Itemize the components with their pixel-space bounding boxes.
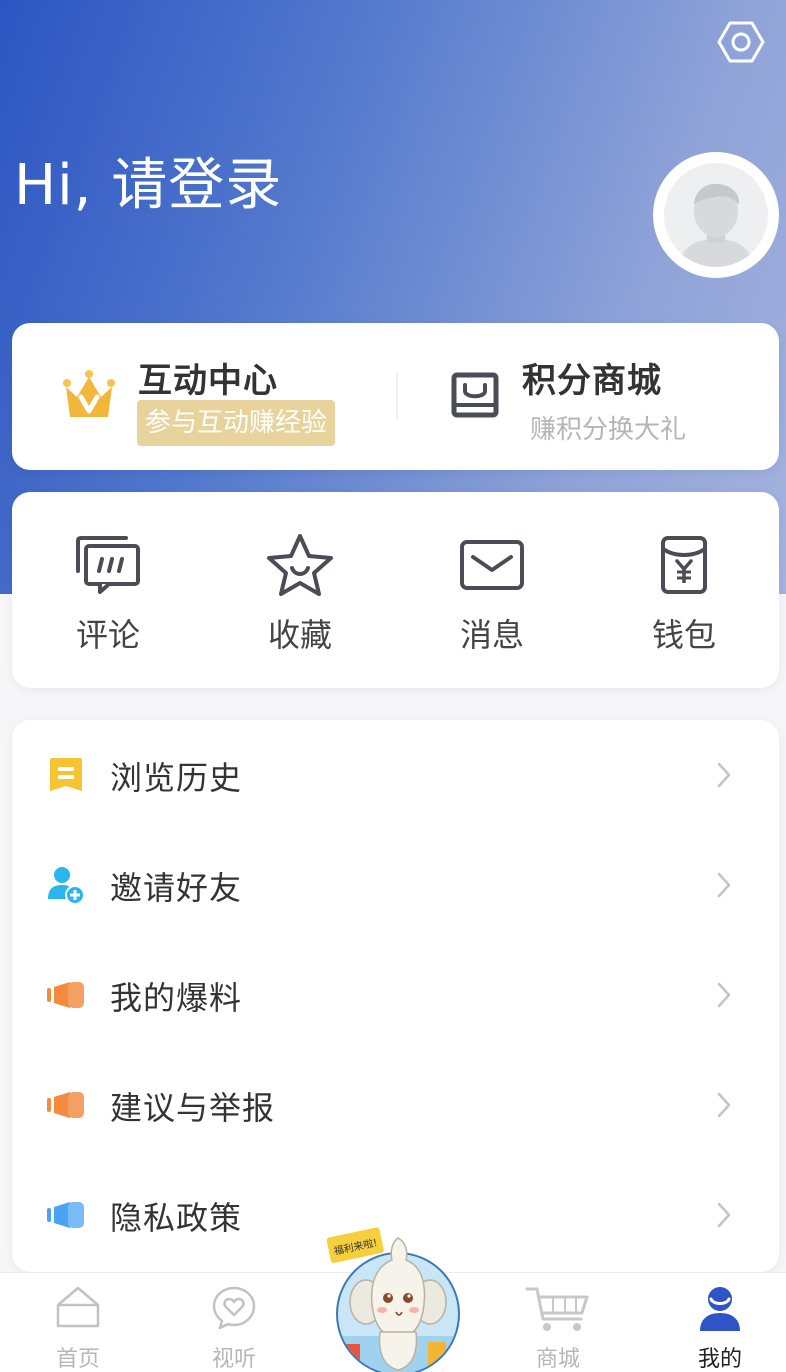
mascot-button[interactable]: 福利来啦!	[326, 1226, 466, 1372]
tab-audio-video[interactable]: 视听	[156, 1273, 312, 1372]
menu-label: 浏览历史	[110, 759, 243, 797]
menu-item-invite-friends[interactable]: 邀请好友	[12, 830, 779, 940]
star-icon	[267, 534, 333, 596]
wallet-button[interactable]: 钱包	[588, 492, 780, 688]
default-avatar-icon	[679, 183, 753, 267]
menu-item-browse-history[interactable]: 浏览历史	[12, 720, 779, 830]
cart-icon	[525, 1287, 589, 1331]
settings-button[interactable]	[716, 18, 766, 66]
tab-mall[interactable]: 商城	[480, 1273, 636, 1372]
tab-label: 视听	[211, 1347, 256, 1372]
invite-user-icon	[48, 867, 85, 905]
shopping-bag-icon	[451, 372, 499, 418]
comment-button[interactable]: 评论	[12, 492, 204, 688]
tab-label: 商城	[535, 1347, 580, 1372]
megaphone-icon	[47, 1202, 84, 1228]
mail-icon	[460, 540, 524, 590]
wallet-icon	[661, 536, 707, 594]
avatar[interactable]	[653, 152, 779, 278]
points-mall-button[interactable]: 积分商城 赚积分换大礼	[396, 323, 779, 470]
login-greeting[interactable]: Hi, 请登录	[14, 150, 282, 222]
promo-card: 互动中心 参与互动赚经验 积分商城 赚积分换大礼	[12, 323, 779, 470]
comment-icon	[76, 536, 140, 594]
chevron-right-icon	[717, 872, 731, 898]
mascot-icon: 福利来啦!	[326, 1227, 460, 1372]
chevron-right-icon	[717, 1202, 731, 1228]
points-mall-title: 积分商城	[522, 361, 662, 401]
tab-label: 我的	[697, 1347, 742, 1372]
menu-list: 浏览历史 邀请好友 我的爆料 建议与举报 隐私政策	[12, 720, 779, 1272]
menu-label: 隐私政策	[110, 1199, 243, 1237]
menu-label: 建议与举报	[110, 1089, 276, 1127]
messages-button[interactable]: 消息	[396, 492, 588, 688]
settings-hex-icon	[717, 21, 765, 63]
interaction-center-badge: 参与互动赚经验	[137, 400, 336, 446]
tab-label: 首页	[55, 1347, 100, 1372]
interaction-center-title: 互动中心	[138, 361, 278, 401]
chevron-right-icon	[717, 762, 731, 788]
messages-label: 消息	[459, 616, 524, 654]
favorites-label: 收藏	[267, 616, 332, 654]
history-icon	[50, 758, 82, 791]
menu-item-my-tips[interactable]: 我的爆料	[12, 940, 779, 1050]
favorites-button[interactable]: 收藏	[204, 492, 396, 688]
menu-label: 邀请好友	[110, 869, 243, 907]
interaction-center-button[interactable]: 互动中心 参与互动赚经验	[12, 323, 396, 470]
megaphone-icon	[47, 982, 84, 1008]
quick-actions-card: 评论 收藏 消息 钱包	[12, 492, 779, 688]
heart-play-icon	[212, 1286, 256, 1330]
wallet-label: 钱包	[651, 616, 716, 654]
profile-icon	[700, 1287, 740, 1331]
chevron-right-icon	[717, 1092, 731, 1118]
megaphone-icon	[47, 1092, 84, 1118]
chevron-right-icon	[717, 982, 731, 1008]
menu-label: 我的爆料	[110, 979, 243, 1017]
tab-home[interactable]: 首页	[0, 1273, 156, 1372]
crown-icon	[63, 370, 115, 417]
comment-label: 评论	[75, 616, 140, 654]
tab-mine[interactable]: 我的	[642, 1273, 786, 1372]
menu-item-feedback-report[interactable]: 建议与举报	[12, 1050, 779, 1160]
home-icon	[56, 1286, 100, 1328]
points-mall-subtitle: 赚积分换大礼	[530, 415, 687, 445]
